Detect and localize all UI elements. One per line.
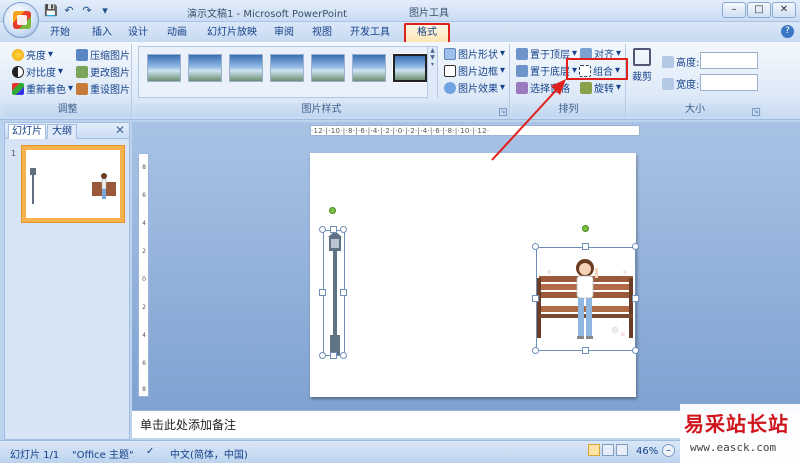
office-logo-icon xyxy=(13,11,31,29)
theme-name: "Office 主题" xyxy=(72,450,134,461)
slideshow-view-icon[interactable] xyxy=(616,444,628,456)
view-buttons xyxy=(588,444,628,456)
zoom-level[interactable]: 46% xyxy=(636,446,658,457)
annotation-arrow xyxy=(491,79,566,161)
slide-counter: 幻灯片 1/1 xyxy=(10,450,60,461)
normal-view-icon[interactable] xyxy=(588,444,600,456)
office-button[interactable] xyxy=(3,2,39,38)
notes-pane[interactable]: 单击此处添加备注 xyxy=(132,410,688,438)
sorter-view-icon[interactable] xyxy=(602,444,614,456)
watermark: 易采站长站 www.easck.com xyxy=(680,404,800,463)
watermark-title: 易采站长站 xyxy=(684,412,789,436)
language-indicator: 中文(简体，中国) xyxy=(170,450,248,461)
watermark-url: www.easck.com xyxy=(690,441,777,454)
zoom-out-icon[interactable]: – xyxy=(662,444,675,457)
spell-check-icon[interactable]: ✓ xyxy=(146,446,154,457)
